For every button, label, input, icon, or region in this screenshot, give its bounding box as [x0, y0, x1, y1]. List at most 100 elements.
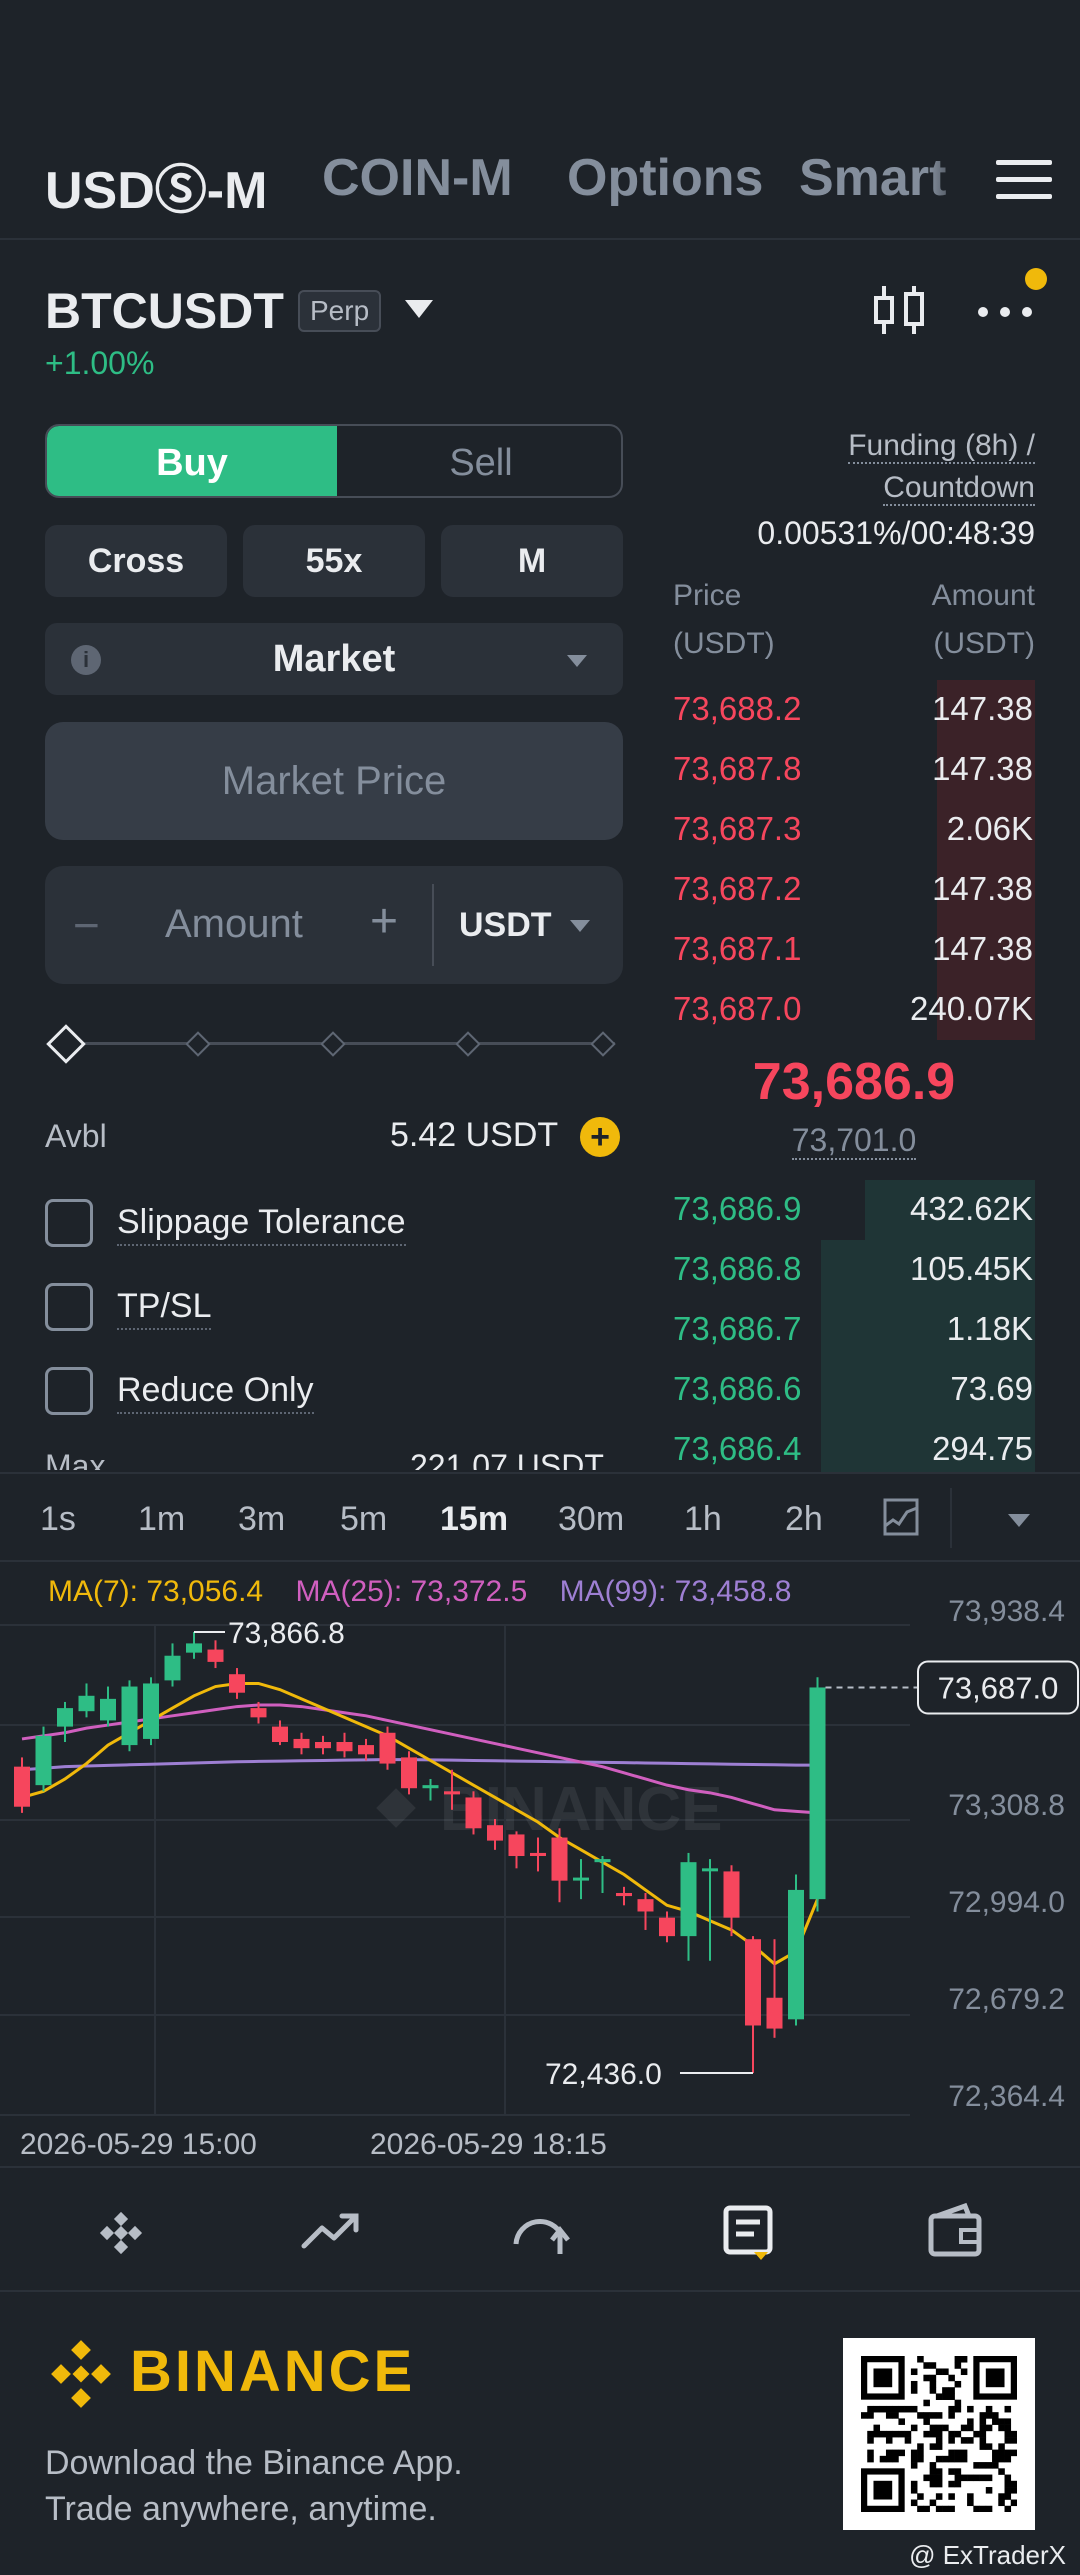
bid-row[interactable]: 73,686.8 105.45K	[673, 1240, 1035, 1300]
tab-smart[interactable]: Smart	[799, 148, 946, 208]
qr-module	[973, 2505, 980, 2513]
amount-header-line2: (USDT)	[933, 627, 1035, 660]
plus-icon[interactable]: +	[370, 894, 398, 949]
ask-row[interactable]: 73,688.2 147.38	[673, 680, 1035, 740]
qr-module	[979, 2443, 987, 2450]
slider-node-75[interactable]	[455, 1031, 481, 1057]
checkbox[interactable]	[45, 1199, 93, 1247]
qr-module	[1004, 2487, 1012, 2494]
qr-module	[910, 2368, 918, 2376]
funding-label[interactable]: Funding (8h) / Countdown	[775, 425, 1035, 509]
add-funds-icon[interactable]: +	[580, 1117, 620, 1157]
qr-module	[929, 2424, 937, 2432]
chevron-down-icon[interactable]	[1008, 1514, 1030, 1527]
slider-node-100[interactable]	[590, 1031, 616, 1057]
minus-icon[interactable]: −	[73, 898, 100, 952]
interval-30m[interactable]: 30m	[558, 1500, 624, 1539]
chevron-down-icon[interactable]	[405, 300, 433, 318]
futures-icon[interactable]	[718, 2200, 780, 2260]
qr-module	[929, 2499, 937, 2507]
qr-module	[935, 2393, 943, 2400]
qr-module	[954, 2356, 962, 2363]
margin-mode-button[interactable]: Cross	[45, 525, 227, 597]
qr-code[interactable]	[843, 2338, 1035, 2530]
markets-icon[interactable]	[300, 2200, 362, 2260]
funding-value: 0.00531%/00:48:39	[757, 515, 1035, 551]
slider-handle[interactable]	[46, 1024, 86, 1064]
candle-body	[702, 1868, 718, 1872]
interval-3m[interactable]: 3m	[238, 1500, 285, 1539]
home-icon[interactable]	[90, 2200, 152, 2260]
buy-button[interactable]: Buy	[47, 426, 337, 496]
interval-15m[interactable]: 15m	[440, 1500, 508, 1539]
candle-body	[293, 1738, 310, 1749]
qr-module	[904, 2430, 912, 2438]
depth-chart-icon[interactable]	[883, 1498, 919, 1536]
ask-price: 73,687.0	[673, 990, 802, 1027]
candle-body	[745, 1939, 761, 2026]
qr-module	[967, 2437, 974, 2444]
qr-module	[867, 2430, 874, 2438]
ask-row[interactable]: 73,687.0 240.07K	[673, 980, 1035, 1040]
binance-logo-icon	[51, 2340, 111, 2408]
tab-coin-m[interactable]: COIN-M	[322, 148, 513, 208]
interval-5m[interactable]: 5m	[340, 1500, 387, 1539]
amount-field[interactable]: − Amount + USDT	[45, 866, 623, 984]
qr-module	[967, 2493, 974, 2500]
product-tabs: USDⓈ-M COIN-M Options Smart	[0, 130, 1080, 240]
qr-module	[917, 2443, 924, 2450]
qr-module	[954, 2468, 962, 2475]
candle-body	[272, 1726, 288, 1743]
interval-1h[interactable]: 1h	[684, 1500, 722, 1539]
qr-module	[998, 2499, 1005, 2507]
qr-module	[985, 2412, 993, 2419]
candle-body	[207, 1649, 224, 1662]
qr-module	[942, 2393, 949, 2400]
more-icon[interactable]	[975, 292, 1035, 332]
qr-module	[1004, 2405, 1012, 2413]
ask-row[interactable]: 73,687.8 147.38	[673, 740, 1035, 800]
tab-options[interactable]: Options	[567, 148, 763, 208]
bid-row[interactable]: 73,686.4 294.75	[673, 1420, 1035, 1480]
bid-amount: 1.18K	[946, 1310, 1033, 1347]
notification-dot	[1025, 268, 1047, 290]
symbol-name[interactable]: BTCUSDT	[45, 282, 284, 340]
trade-icon[interactable]	[508, 2200, 570, 2260]
candlestick-icon[interactable]	[870, 282, 930, 338]
tab-usds-m[interactable]: USDⓈ-M	[45, 148, 267, 223]
asset-mode-button[interactable]: M	[441, 525, 623, 597]
slider-node-50[interactable]	[320, 1031, 346, 1057]
interval-2h[interactable]: 2h	[785, 1500, 823, 1539]
checkbox[interactable]	[45, 1283, 93, 1331]
interval-1s[interactable]: 1s	[40, 1500, 76, 1539]
bid-row[interactable]: 73,686.9 432.62K	[673, 1180, 1035, 1240]
slider-node-25[interactable]	[185, 1031, 211, 1057]
ask-row[interactable]: 73,687.3 2.06K	[673, 800, 1035, 860]
checkbox[interactable]	[45, 1367, 93, 1415]
qr-finder-core	[873, 2368, 893, 2388]
bid-row[interactable]: 73,686.7 1.18K	[673, 1300, 1035, 1360]
amount-slider[interactable]	[45, 1020, 623, 1066]
qr-module	[935, 2505, 943, 2513]
menu-icon[interactable]	[996, 152, 1052, 208]
qr-module	[904, 2437, 912, 2444]
sell-button[interactable]: Sell	[337, 426, 621, 496]
qr-module	[910, 2380, 918, 2388]
qr-module	[885, 2430, 893, 2438]
interval-1m[interactable]: 1m	[138, 1500, 185, 1539]
bid-row[interactable]: 73,686.6 73.69	[673, 1360, 1035, 1420]
order-type-select[interactable]: i Market	[45, 623, 623, 695]
candle-body	[78, 1695, 95, 1712]
price-chart[interactable]: BINANCE 73,866.8 72,436.0 73,687.0 73,938.…	[0, 1562, 1080, 2122]
amount-unit-select[interactable]: USDT	[459, 906, 552, 945]
wallet-icon[interactable]	[925, 2200, 987, 2260]
qr-module	[1004, 2474, 1012, 2482]
leverage-button[interactable]: 55x	[243, 525, 425, 597]
time-label: 2026-05-29 15:00	[20, 2128, 257, 2161]
qr-module	[985, 2474, 993, 2482]
ask-row[interactable]: 73,687.1 147.38	[673, 920, 1035, 980]
ask-row[interactable]: 73,687.2 147.38	[673, 860, 1035, 920]
divider	[432, 884, 434, 966]
ask-price: 73,688.2	[673, 690, 802, 727]
qr-module	[917, 2412, 924, 2419]
